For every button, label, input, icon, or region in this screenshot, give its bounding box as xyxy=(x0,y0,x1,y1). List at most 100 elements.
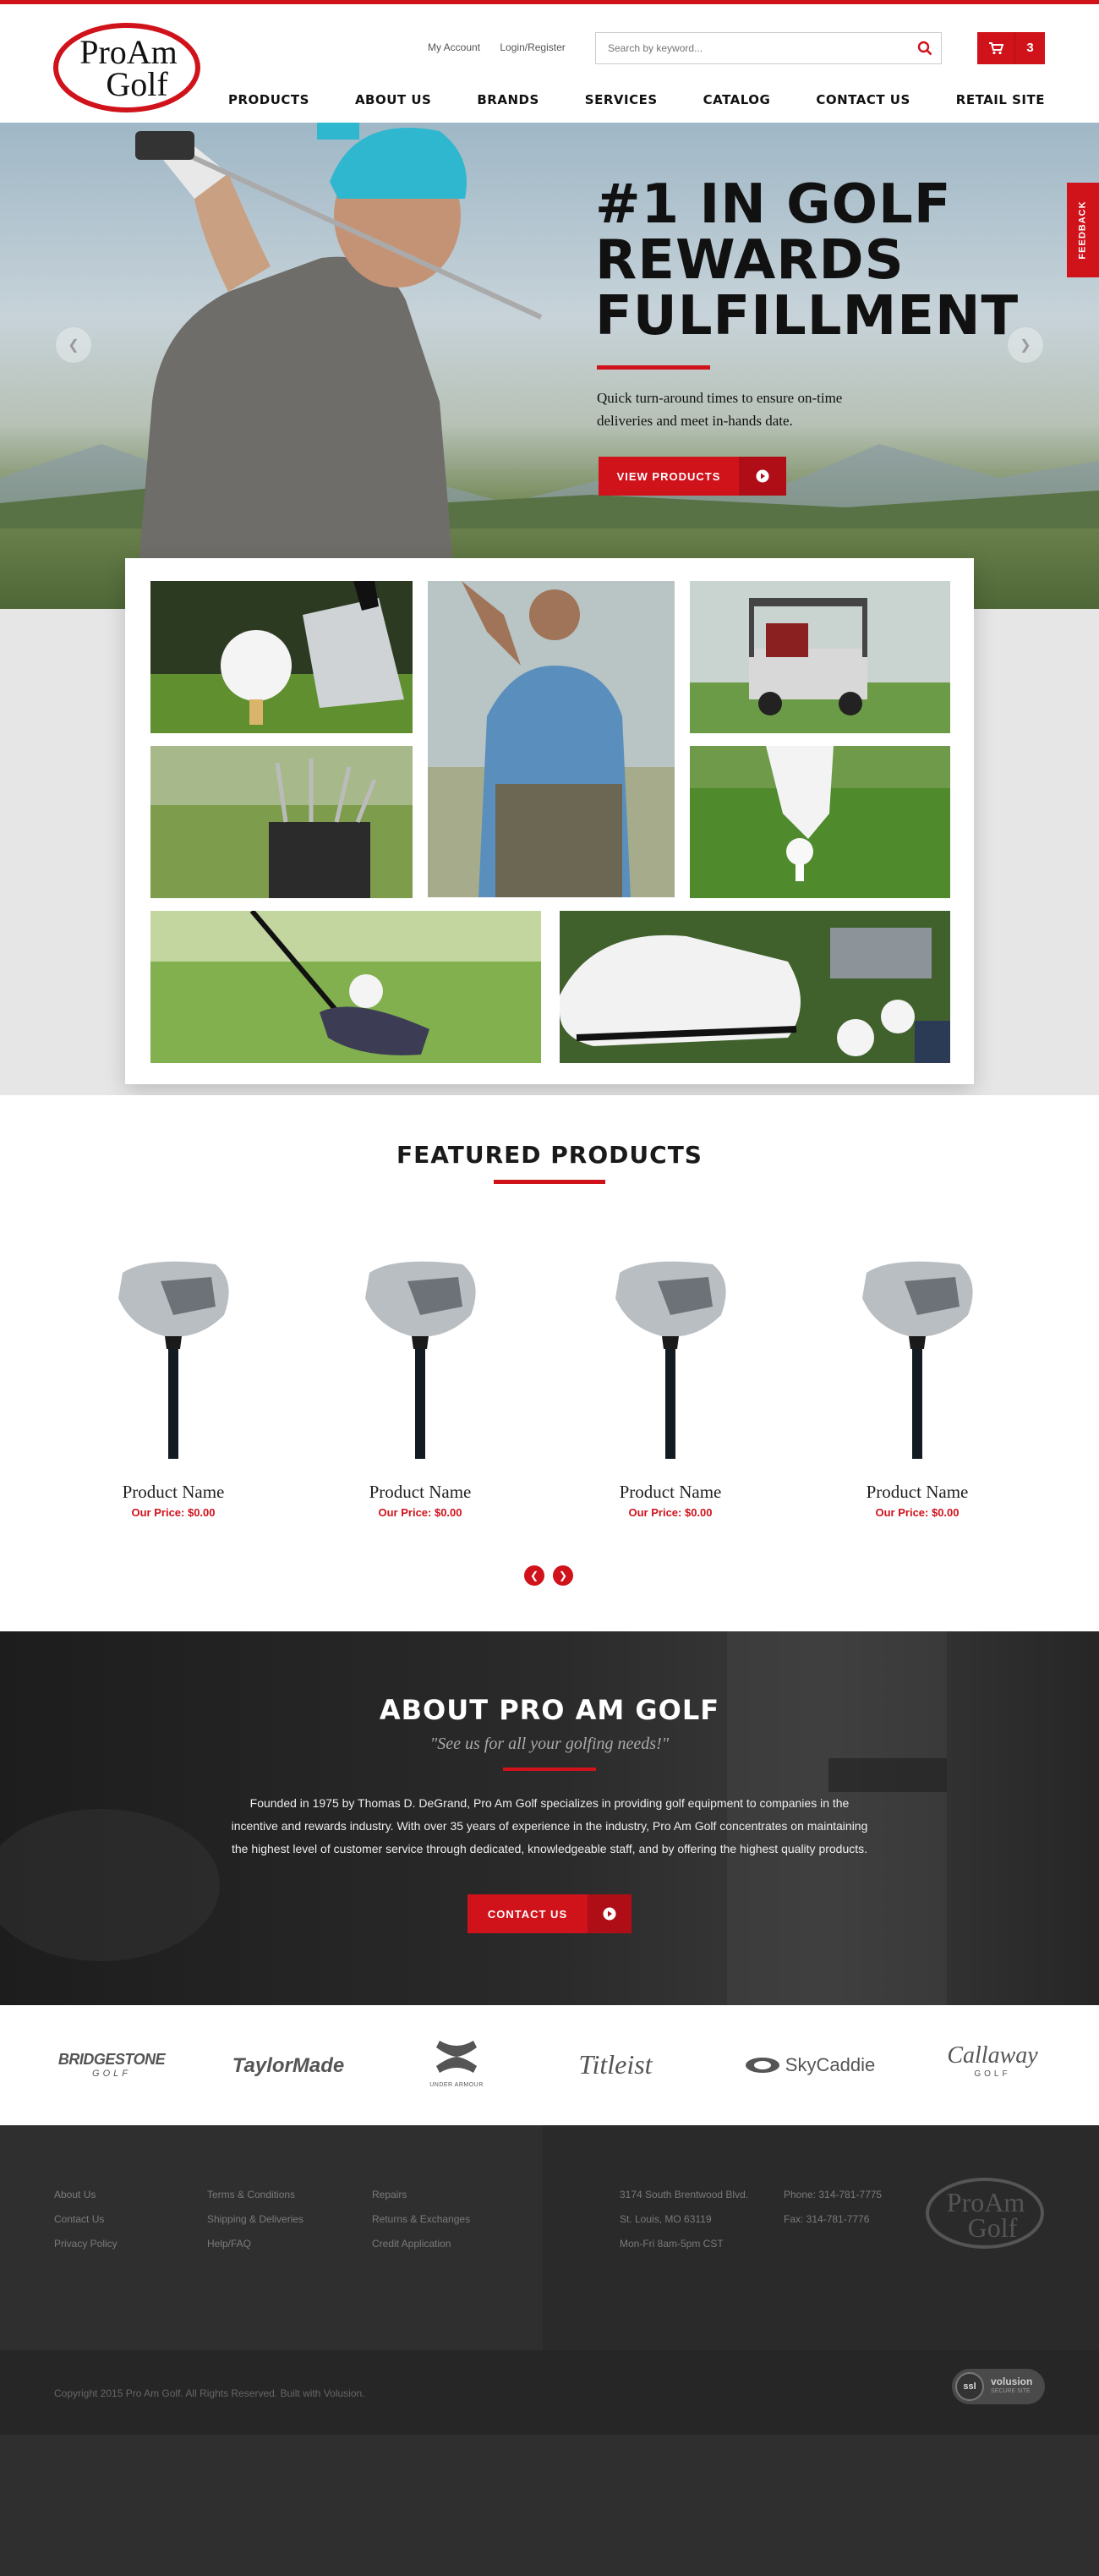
product-price: Our Price: $0.00 xyxy=(628,1506,713,1519)
play-circle-icon xyxy=(739,457,786,496)
nav-catalog[interactable]: CATALOG xyxy=(703,92,771,107)
product-image-hybrid-club xyxy=(365,1261,476,1459)
footer-address-city: St. Louis, MO 63119 xyxy=(620,2213,712,2225)
featured-underline xyxy=(494,1180,605,1184)
product-name: Product Name xyxy=(866,1482,969,1502)
carousel-prev-button[interactable]: ❮ xyxy=(524,1565,544,1586)
nav-brands[interactable]: BRANDS xyxy=(477,92,539,107)
callaway-golf-text: GOLF xyxy=(974,2069,1011,2079)
brand-logo-under-armour[interactable]: UNDER ARMOUR xyxy=(421,2039,492,2088)
product-name: Product Name xyxy=(619,1482,722,1502)
nav-products[interactable]: PRODUCTS xyxy=(228,92,309,107)
login-register-link[interactable]: Login/Register xyxy=(500,41,565,53)
featured-heading: FEATURED PRODUCTS xyxy=(396,1141,703,1169)
hero-slider: #1 IN GOLF REWARDS FULFILLMENT Quick tur… xyxy=(0,123,1099,609)
about-body: Founded in 1975 by Thomas D. DeGrand, Pr… xyxy=(231,1796,868,1855)
ssl-brand: volusion xyxy=(991,2376,1033,2387)
about-heading: ABOUT PRO AM GOLF xyxy=(379,1694,720,1726)
chevron-right-icon: ❯ xyxy=(558,1570,568,1581)
ssl-lock-icon: ssl xyxy=(955,2372,984,2401)
footer-link-privacy-policy[interactable]: Privacy Policy xyxy=(54,2232,118,2256)
bridgestone-text: BRIDGESTONE xyxy=(57,2051,166,2068)
product-image-hybrid-club xyxy=(118,1261,229,1459)
product-name: Product Name xyxy=(122,1482,225,1502)
product-card[interactable]: Product Name Our Price: $0.00 xyxy=(577,1256,763,1519)
callaway-text: Callaway xyxy=(947,2042,1038,2069)
footer-link-contact-us[interactable]: Contact Us xyxy=(54,2207,118,2232)
search-button[interactable] xyxy=(909,33,941,63)
view-products-button[interactable]: VIEW PRODUCTS xyxy=(599,457,786,496)
search-box xyxy=(595,32,942,64)
product-price: Our Price: $0.00 xyxy=(875,1506,960,1519)
hero-subtitle: Quick turn-around times to ensure on-tim… xyxy=(597,390,843,429)
hero-prev-arrow[interactable]: ❮ xyxy=(56,327,91,363)
footer-link-help-faq[interactable]: Help/FAQ xyxy=(207,2232,303,2256)
product-image-hybrid-club xyxy=(862,1261,973,1459)
footer-address-street: 3174 South Brentwood Blvd. xyxy=(620,2189,749,2201)
hero-golfer-image xyxy=(135,123,543,609)
ssl-sub: SECURE SITE xyxy=(991,2388,1031,2394)
under-armour-icon xyxy=(436,2041,477,2073)
product-card[interactable]: Product Name Our Price: $0.00 xyxy=(824,1256,1010,1519)
footer-links-col2: Terms & Conditions Shipping & Deliveries… xyxy=(207,2183,303,2256)
footer-proam-golf-logo[interactable]: ProAm Golf xyxy=(925,2176,1045,2250)
cart-count: 3 xyxy=(1014,32,1045,64)
footer-link-credit-application[interactable]: Credit Application xyxy=(372,2232,470,2256)
hero-title-line1: #1 IN GOLF xyxy=(595,173,952,236)
featured-products-section: FEATURED PRODUCTS Product Name Our Price… xyxy=(0,1095,1099,1631)
ssl-secure-badge[interactable]: ssl volusion SECURE SITE xyxy=(952,2369,1045,2404)
cart-button[interactable]: 3 xyxy=(977,32,1045,64)
contact-us-button[interactable]: CONTACT US xyxy=(467,1894,632,1933)
about-underline xyxy=(503,1768,596,1771)
hero-next-arrow[interactable]: ❯ xyxy=(1008,327,1043,363)
footer-link-shipping[interactable]: Shipping & Deliveries xyxy=(207,2207,303,2232)
carousel-next-button[interactable]: ❯ xyxy=(553,1565,573,1586)
gallery-image-club-bag xyxy=(150,746,413,898)
contact-us-label: CONTACT US xyxy=(487,1907,568,1921)
gallery-section xyxy=(0,558,1099,1095)
my-account-link[interactable]: My Account xyxy=(428,41,480,53)
product-price: Our Price: $0.00 xyxy=(378,1506,462,1519)
brand-logo-skycaddie[interactable]: SkyCaddie xyxy=(725,2054,894,2076)
footer-link-about-us[interactable]: About Us xyxy=(54,2183,118,2207)
gallery-image-driver-ball xyxy=(150,911,541,1063)
brand-logo-callaway[interactable]: Callaway GOLF xyxy=(940,2042,1045,2079)
nav-retail-site[interactable]: RETAIL SITE xyxy=(956,92,1045,107)
footer-link-terms[interactable]: Terms & Conditions xyxy=(207,2183,303,2207)
copyright-text: Copyright 2015 Pro Am Golf. All Rights R… xyxy=(54,2387,365,2399)
gallery-image-glove-ball xyxy=(690,746,950,898)
feedback-tab[interactable]: FEEDBACK xyxy=(1067,183,1099,277)
footer-link-repairs[interactable]: Repairs xyxy=(372,2183,470,2207)
brand-logo-bridgestone[interactable]: BRIDGESTONE GOLF xyxy=(54,2051,169,2079)
hero-title: #1 IN GOLF REWARDS FULFILLMENT xyxy=(595,177,1019,344)
view-products-label: VIEW PRODUCTS xyxy=(616,469,721,483)
footer-phone: Phone: 314-781-7775 xyxy=(784,2189,883,2201)
footer-link-returns[interactable]: Returns & Exchanges xyxy=(372,2207,470,2232)
site-header: ProAm Golf My Account Login/Register 3 P… xyxy=(0,4,1099,123)
footer-bottom-bar: Copyright 2015 Pro Am Golf. All Rights R… xyxy=(0,2350,1099,2435)
skycaddie-text: SkyCaddie xyxy=(785,2054,876,2075)
gallery-image-ball-on-tee xyxy=(150,581,413,733)
search-input[interactable] xyxy=(596,33,909,63)
product-card[interactable]: Product Name Our Price: $0.00 xyxy=(80,1256,266,1519)
footer-address-hours: Mon-Fri 8am-5pm CST xyxy=(620,2238,724,2250)
hero-title-line2: REWARDS xyxy=(595,229,905,292)
nav-contact-us[interactable]: CONTACT US xyxy=(816,92,910,107)
gallery-card xyxy=(125,558,974,1084)
product-image-hybrid-club xyxy=(615,1261,726,1459)
product-card[interactable]: Product Name Our Price: $0.00 xyxy=(327,1256,513,1519)
footer-links-col1: About Us Contact Us Privacy Policy xyxy=(54,2183,118,2256)
nav-services[interactable]: SERVICES xyxy=(585,92,658,107)
ssl-badge-text: volusion SECURE SITE xyxy=(991,2376,1032,2397)
hero-underline xyxy=(597,365,710,370)
product-price: Our Price: $0.00 xyxy=(131,1506,216,1519)
logo-text-golf: Golf xyxy=(106,65,168,103)
under-armour-text: UNDER ARMOUR xyxy=(429,2082,484,2088)
about-tagline: "See us for all your golfing needs!" xyxy=(429,1735,670,1753)
play-circle-icon xyxy=(588,1894,632,1933)
proam-golf-logo[interactable]: ProAm Golf xyxy=(52,21,201,114)
nav-about-us[interactable]: ABOUT US xyxy=(355,92,431,107)
chevron-left-icon: ❮ xyxy=(529,1570,539,1581)
brand-logo-taylormade[interactable]: TaylorMade xyxy=(221,2054,355,2078)
brand-logo-titleist[interactable]: Titleist xyxy=(561,2049,670,2080)
